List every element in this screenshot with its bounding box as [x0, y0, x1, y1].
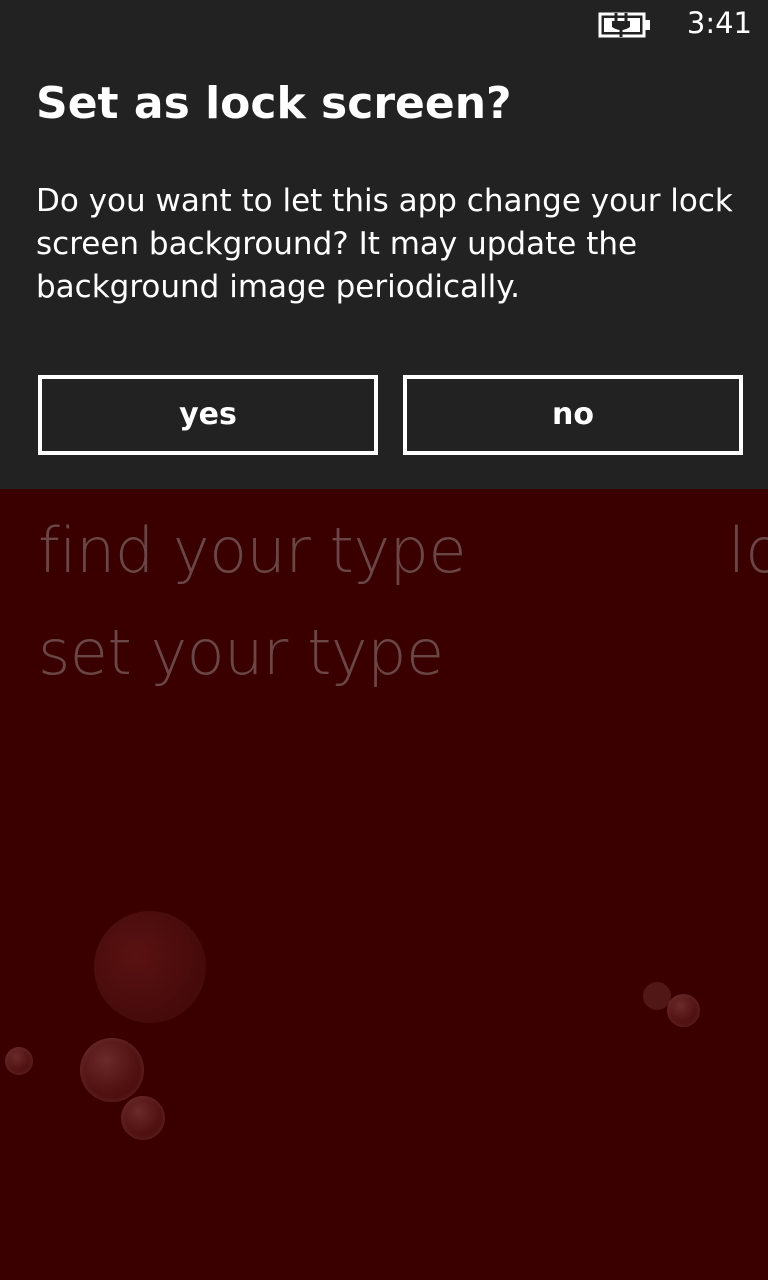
yes-button[interactable]: yes [38, 375, 378, 455]
dialog-message: Do you want to let this app change your … [36, 183, 733, 305]
bubble-decoration [5, 1047, 33, 1075]
status-time: 3:41 [686, 6, 752, 40]
bubble-decoration [80, 1038, 144, 1102]
bubble-decoration [121, 1096, 165, 1140]
dialog-title: Set as lock screen? [36, 78, 512, 129]
menu-item-find-your-type[interactable]: find your type [38, 520, 467, 582]
battery-charging-icon [598, 12, 650, 38]
no-button[interactable]: no [403, 375, 743, 455]
lock-screen-dialog: 3:41 Set as lock screen? Do you want to … [0, 0, 768, 489]
status-bar: 3:41 [0, 0, 768, 50]
next-pivot-peek[interactable]: lo [728, 520, 768, 582]
menu-item-set-your-type[interactable]: set your type [38, 622, 444, 684]
bubble-decoration [667, 994, 700, 1027]
bubble-decoration [94, 911, 206, 1023]
app-screen: find your type set your type lo 3:41 Set… [0, 0, 768, 1280]
